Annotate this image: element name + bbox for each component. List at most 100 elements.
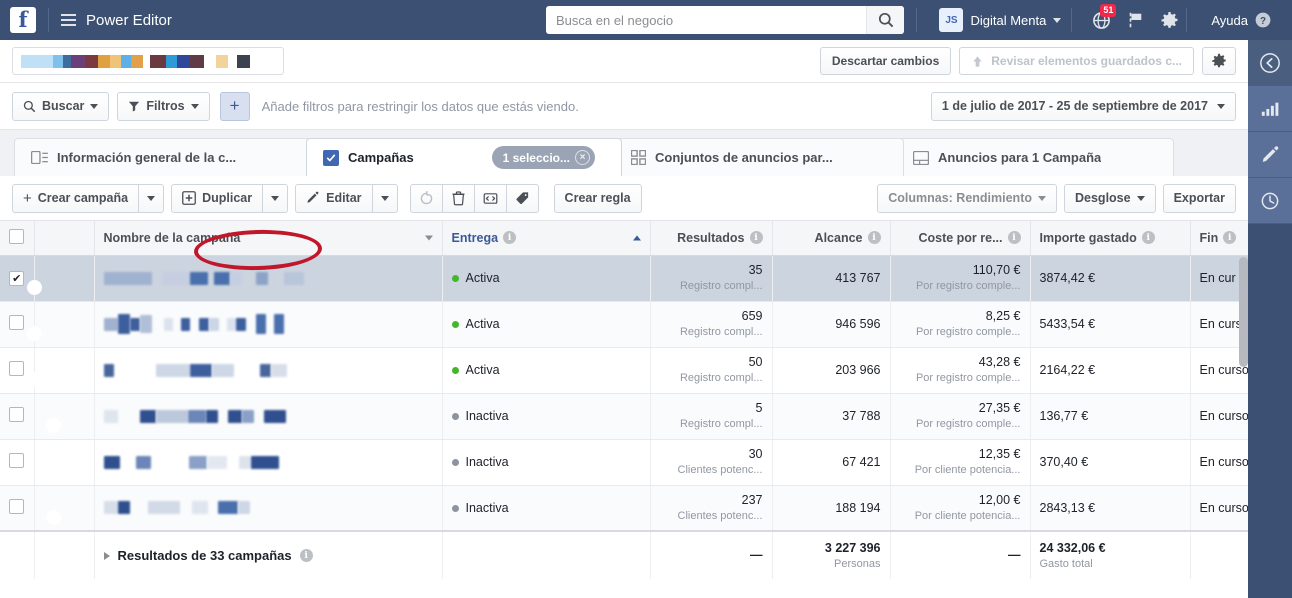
edit-split-button: Editar bbox=[295, 183, 398, 213]
row-toggle-cell[interactable] bbox=[34, 439, 95, 486]
notifications-globe-button[interactable]: 51 bbox=[1084, 0, 1118, 40]
filters-dropdown-button[interactable]: Filtros bbox=[117, 91, 210, 121]
header-campaign-name[interactable]: Nombre de la campaña bbox=[94, 221, 443, 256]
header-amount-spent[interactable]: Importe gastado i bbox=[1030, 221, 1191, 256]
settings-button[interactable] bbox=[1152, 0, 1186, 40]
table-summary-row: Resultados de 33 campañas i — 3 227 396 … bbox=[0, 530, 1248, 579]
select-all-checkbox[interactable] bbox=[9, 228, 25, 244]
search-input[interactable] bbox=[546, 7, 866, 33]
row-toggle-cell[interactable] bbox=[26, 255, 95, 302]
row-select-cell[interactable] bbox=[0, 301, 35, 348]
cost-subtext: Por registro comple... bbox=[915, 280, 1021, 292]
row-checkbox[interactable] bbox=[9, 407, 25, 422]
info-icon[interactable]: i bbox=[1141, 231, 1155, 245]
rail-charts-button[interactable] bbox=[1248, 86, 1292, 132]
header-reach[interactable]: Alcance i bbox=[772, 221, 891, 256]
tab-campaign-overview[interactable]: Información general de la c... bbox=[14, 138, 314, 176]
info-icon[interactable]: i bbox=[503, 231, 517, 245]
sort-ascending-icon[interactable] bbox=[632, 235, 641, 241]
create-campaign-dropdown[interactable] bbox=[139, 183, 165, 213]
account-selector[interactable]: JS Digital Menta bbox=[929, 8, 1071, 32]
row-checkbox[interactable] bbox=[9, 498, 25, 514]
table-row[interactable]: Inactiva 237 Clientes potenc... 188 194 … bbox=[0, 485, 1248, 532]
table-row[interactable]: Activa 50 Registro compl... 203 966 43,2… bbox=[0, 347, 1248, 394]
header-delivery[interactable]: Entrega i bbox=[442, 221, 651, 256]
export-button[interactable]: Exportar bbox=[1162, 183, 1236, 213]
facebook-logo-icon[interactable]: f bbox=[10, 7, 36, 33]
account-name-redacted[interactable] bbox=[12, 47, 284, 75]
duplicate-dropdown[interactable] bbox=[263, 183, 289, 213]
create-rule-button[interactable]: Crear regla bbox=[553, 183, 642, 213]
revert-button[interactable] bbox=[409, 183, 443, 213]
row-checkbox[interactable] bbox=[9, 361, 25, 376]
row-select-cell[interactable] bbox=[0, 485, 35, 532]
columns-dropdown-button[interactable]: Columnas: Rendimiento bbox=[877, 183, 1057, 213]
table-row[interactable]: Inactiva 30 Clientes potenc... 67 421 12… bbox=[0, 439, 1248, 486]
duplicate-button[interactable]: Duplicar bbox=[171, 183, 264, 213]
row-name-cell[interactable] bbox=[94, 255, 443, 302]
add-filter-button[interactable]: + bbox=[219, 91, 250, 121]
table-row[interactable]: Activa 659 Registro compl... 946 596 8,2… bbox=[0, 301, 1248, 348]
row-name-cell[interactable] bbox=[94, 347, 443, 394]
row-toggle-cell[interactable] bbox=[34, 485, 95, 532]
hamburger-menu-icon[interactable] bbox=[61, 14, 76, 26]
row-select-cell[interactable] bbox=[0, 347, 35, 394]
row-select-cell[interactable] bbox=[0, 393, 35, 440]
review-saved-items-button[interactable]: Revisar elementos guardados c... bbox=[959, 47, 1194, 75]
discard-changes-button[interactable]: Descartar cambios bbox=[819, 47, 952, 75]
row-checkbox[interactable]: ✔ bbox=[9, 270, 25, 286]
row-name-cell[interactable] bbox=[94, 485, 443, 532]
columns-label: Columnas: Rendimiento bbox=[888, 191, 1032, 205]
row-toggle-cell[interactable] bbox=[26, 301, 95, 348]
toolbar-settings-button[interactable] bbox=[1202, 47, 1236, 75]
row-name-cell[interactable] bbox=[94, 439, 443, 486]
info-icon[interactable]: i bbox=[749, 231, 763, 245]
date-range-picker[interactable]: 1 de julio de 2017 - 25 de septiembre de… bbox=[930, 91, 1236, 121]
row-select-cell[interactable] bbox=[0, 439, 35, 486]
info-icon[interactable]: i bbox=[867, 231, 881, 245]
header-cost-per-result[interactable]: Coste por re... i bbox=[890, 221, 1031, 256]
breakdown-dropdown-button[interactable]: Desglose bbox=[1064, 183, 1156, 213]
search-dropdown-button[interactable]: Buscar bbox=[12, 91, 110, 121]
header-select-all[interactable] bbox=[0, 221, 35, 256]
info-icon[interactable]: i bbox=[299, 549, 313, 562]
close-icon[interactable]: × bbox=[575, 150, 590, 165]
search-submit-button[interactable] bbox=[866, 6, 904, 34]
row-delivery-cell: Inactiva bbox=[442, 393, 651, 440]
header-end[interactable]: Fin i bbox=[1190, 221, 1248, 256]
expand-triangle-icon[interactable] bbox=[103, 551, 110, 560]
table-vertical-scrollbar[interactable] bbox=[1239, 257, 1248, 367]
row-select-cell[interactable]: ✔ bbox=[0, 255, 35, 302]
help-button[interactable]: Ayuda ? bbox=[1199, 11, 1282, 29]
results-value: 659 bbox=[741, 309, 763, 323]
row-toggle-cell[interactable] bbox=[34, 393, 95, 440]
preview-button[interactable] bbox=[473, 183, 507, 213]
row-checkbox[interactable] bbox=[9, 315, 25, 330]
row-name-cell[interactable] bbox=[94, 393, 443, 440]
tab-adsets[interactable]: Conjuntos de anuncios par... bbox=[614, 138, 904, 176]
info-icon[interactable]: i bbox=[1007, 231, 1021, 245]
create-campaign-button[interactable]: + Crear campaña bbox=[12, 183, 140, 213]
summary-label: Resultados de 33 campañas bbox=[117, 548, 292, 563]
edit-button[interactable]: Editar bbox=[295, 183, 373, 213]
rail-edit-button[interactable] bbox=[1248, 132, 1292, 178]
header-results[interactable]: Resultados i bbox=[650, 221, 773, 256]
flag-button[interactable] bbox=[1118, 0, 1152, 40]
row-cost-cell: 43,28 € Por registro comple... bbox=[890, 347, 1031, 394]
tag-button[interactable] bbox=[505, 183, 539, 213]
rail-collapse-button[interactable] bbox=[1248, 40, 1292, 86]
rail-history-button[interactable] bbox=[1248, 178, 1292, 224]
row-results-cell: 35 Registro compl... bbox=[650, 255, 773, 302]
tab-ads[interactable]: Anuncios para 1 Campaña bbox=[896, 138, 1174, 176]
tab-campaigns[interactable]: Campañas 1 seleccio... × bbox=[306, 138, 622, 176]
row-name-cell[interactable] bbox=[94, 301, 443, 348]
edit-dropdown[interactable] bbox=[372, 183, 398, 213]
delete-button[interactable] bbox=[441, 183, 475, 213]
info-icon[interactable]: i bbox=[1223, 231, 1237, 245]
row-checkbox[interactable] bbox=[9, 453, 25, 468]
table-row[interactable]: Inactiva 5 Registro compl... 37 788 27,3… bbox=[0, 393, 1248, 440]
row-toggle-cell[interactable] bbox=[26, 347, 95, 394]
table-row[interactable]: ✔ Activa 35 Registro compl... 413 767 11… bbox=[0, 255, 1248, 302]
business-search[interactable] bbox=[546, 6, 904, 34]
chevron-down-icon[interactable] bbox=[424, 235, 433, 241]
